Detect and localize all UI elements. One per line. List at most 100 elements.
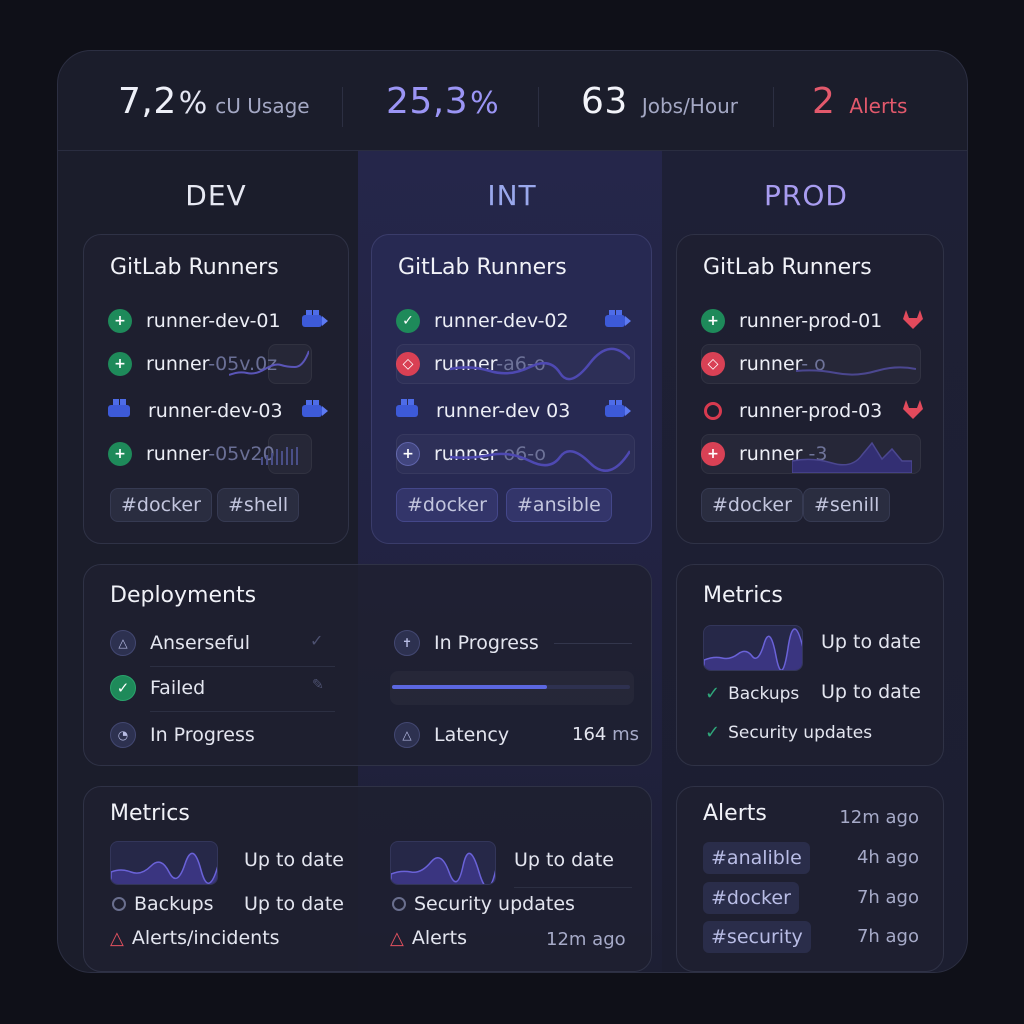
plus-icon: + [108,442,132,466]
alerts-row[interactable]: △ Alerts [390,927,467,949]
status-text: Up to date [514,849,614,871]
tag-docker[interactable]: #docker [110,488,212,522]
stat-mem[interactable]: 25,3% [386,81,499,122]
latency-row[interactable]: △ Latency [394,722,509,748]
sparkline [390,841,496,885]
runner-item[interactable]: + runner -3 [701,434,925,474]
runner-item[interactable]: runner-prod-03 [701,393,925,429]
tag-senill[interactable]: #senill [803,488,891,522]
docker-icon [394,396,426,426]
runner-activity-strip [701,434,921,474]
dashboard-frame: 7,2% cU Usage 25,3% 63 Jobs/Hour 2 Alert… [57,50,968,973]
sparkline [703,625,803,671]
status-text: Up to date [244,893,344,915]
deployment-row[interactable]: △ Anserseful [110,630,250,656]
stat-mem-value: 25,3 [386,81,469,122]
runner-name: runner-05v20 [146,443,275,465]
runners-card-int: GitLab Runners ✓ runner-dev-02 ◇ runner-… [371,234,652,544]
security-label: Security updates [728,722,873,743]
sparkline [110,841,218,885]
alerts-label: Alerts [411,927,467,949]
runner-item[interactable]: + runner-prod-01 [701,303,925,339]
latency-value: 164 ms [572,724,640,745]
plus-icon: + [108,309,132,333]
divider [514,887,632,888]
alert-tag[interactable]: #docker [703,882,799,914]
progress-bar[interactable] [390,671,634,705]
stat-separator [342,87,343,127]
in-progress-row[interactable]: ✝ In Progress [394,630,539,656]
check-icon: ✓ [705,683,721,704]
alert-time: 12m ago [839,807,919,828]
backups-label: Backups [134,893,214,915]
runners-card-dev: GitLab Runners + runner-dev-01 + runner-… [83,234,349,544]
runner-name: runner-prod-03 [739,400,883,422]
runner-name: runner-prod-01 [739,310,883,332]
alert-time: 7h ago [856,887,919,908]
runner-item[interactable]: ◇ runner- o [701,344,925,384]
tag-ansible[interactable]: #ansible [506,488,612,522]
card-title: Metrics [703,583,783,608]
runner-activity-strip [396,434,635,474]
stat-mem-unit: % [470,86,500,121]
docker-icon [603,307,633,337]
stat-jobs[interactable]: 63 Jobs/Hour [581,81,738,122]
divider [150,666,335,667]
security-label: Security updates [414,893,575,915]
progress-track [392,685,630,689]
stats-bar: 7,2% cU Usage 25,3% 63 Jobs/Hour 2 Alert… [58,51,967,151]
runner-activity-strip [701,344,921,384]
progress-fill [392,685,547,689]
stat-cpu[interactable]: 7,2% cU Usage [118,81,310,122]
card-title: GitLab Runners [703,255,872,280]
runner-item[interactable]: + runner-05v.0z [108,344,330,384]
runner-item[interactable]: runner-dev-03 [106,393,330,429]
tag-shell[interactable]: #shell [217,488,300,522]
stat-cpu-value: 7,2 [118,81,177,122]
runner-item[interactable]: ✓ runner-dev-02 [396,303,633,339]
alert-tag[interactable]: #security [703,921,811,953]
alerts-incidents-row[interactable]: △ Alerts/incidents [110,927,280,949]
gitlab-icon [901,397,925,425]
circle-icon [112,897,126,911]
deployment-row[interactable]: ◔ In Progress [110,722,255,748]
column-title-int: INT [487,179,537,212]
alert-time: 12m ago [546,929,626,950]
runner-item[interactable]: + runner-05v20 [108,434,330,474]
runners-card-prod: GitLab Runners + runner-prod-01 ◇ runner… [676,234,944,544]
alert-time: 7h ago [856,926,919,947]
gitlab-icon [901,307,925,335]
pencil-icon: ✎ [312,677,324,693]
alerts-label: Alerts/incidents [131,927,280,949]
backups-row[interactable]: ✓ Backups [705,683,799,704]
stat-alerts[interactable]: 2 Alerts [812,81,907,122]
security-row[interactable]: Security updates [392,893,575,915]
triangle-icon: △ [110,630,136,656]
runner-item[interactable]: runner-dev 03 [394,393,633,429]
docker-icon [300,397,330,427]
docker-icon [106,396,138,426]
backups-row[interactable]: Backups [112,893,214,915]
runner-item[interactable]: + runner-dev-01 [108,303,330,339]
tag-docker[interactable]: #docker [396,488,498,522]
column-title-prod: PROD [764,179,848,212]
stat-separator [538,87,539,127]
runner-item[interactable]: + runner o6-o [396,434,635,474]
security-row[interactable]: ✓ Security updates [705,722,872,743]
stat-alerts-value: 2 [812,81,836,122]
tag-docker[interactable]: #docker [701,488,803,522]
status-text: Up to date [821,631,921,653]
runner-name: runner-dev-03 [148,400,283,422]
metrics-card-prod: Metrics Up to date ✓ Backups Up to date … [676,564,944,766]
runner-activity-strip [396,344,635,384]
alert-tag[interactable]: #analible [703,842,810,874]
in-progress-label: In Progress [434,632,539,654]
stat-jobs-value: 63 [581,81,628,122]
status-text: Up to date [821,681,921,703]
runner-activity-strip [229,344,312,384]
circle-icon [392,897,406,911]
stat-cpu-label: cU Usage [215,94,310,118]
card-title: GitLab Runners [398,255,567,280]
runner-item[interactable]: ◇ runner-a6-o [396,344,635,384]
deployment-row[interactable]: ✓ Failed [110,675,205,701]
